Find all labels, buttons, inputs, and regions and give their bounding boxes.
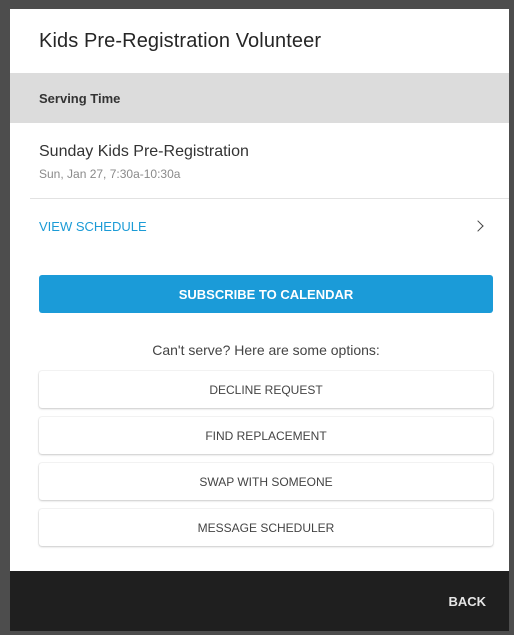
event-name: Sunday Kids Pre-Registration — [39, 143, 249, 160]
event-time: Sun, Jan 27, 7:30a-10:30a — [39, 167, 181, 181]
dialog-footer: BACK — [10, 571, 509, 631]
decline-request-button[interactable]: DECLINE REQUEST — [39, 371, 493, 408]
find-replacement-button[interactable]: FIND REPLACEMENT — [39, 417, 493, 454]
cant-serve-prompt: Can't serve? Here are some options: — [152, 342, 380, 358]
subscribe-to-calendar-button[interactable]: SUBSCRIBE TO CALENDAR — [39, 275, 493, 313]
back-button[interactable]: BACK — [448, 594, 486, 609]
dialog-title: Kids Pre-Registration Volunteer — [39, 29, 322, 52]
view-schedule-label: VIEW SCHEDULE — [39, 218, 147, 234]
message-scheduler-button[interactable]: MESSAGE SCHEDULER — [39, 509, 493, 546]
swap-with-someone-button[interactable]: SWAP WITH SOMEONE — [39, 463, 493, 500]
section-header-label: Serving Time — [39, 90, 121, 106]
divider — [30, 198, 509, 199]
dialog-header: Kids Pre-Registration Volunteer — [10, 9, 509, 73]
event-details: Sunday Kids Pre-Registration Sun, Jan 27… — [39, 142, 489, 181]
view-schedule-link[interactable]: VIEW SCHEDULE — [39, 208, 489, 244]
serving-time-header: Serving Time — [10, 73, 509, 123]
volunteer-dialog: Kids Pre-Registration Volunteer Serving … — [10, 9, 509, 631]
chevron-right-icon — [472, 220, 484, 232]
